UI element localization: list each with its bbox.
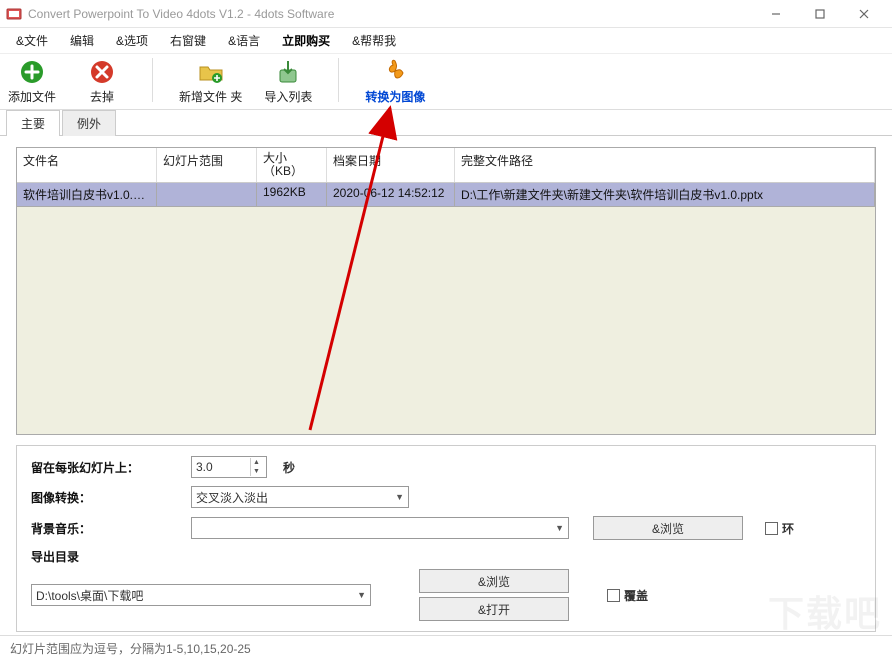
col-path[interactable]: 完整文件路径 (455, 148, 875, 182)
title-bar: Convert Powerpoint To Video 4dots V1.2 -… (0, 0, 892, 28)
stay-unit: 秒 (283, 459, 295, 476)
bgm-label: 背景音乐： (31, 520, 181, 537)
maximize-button[interactable] (798, 0, 842, 28)
add-file-label: 添加文件 (8, 88, 56, 105)
main-panel: 文件名 幻灯片范围 大小（KB） 档案日期 完整文件路径 软件培训白皮书v1.0… (0, 137, 892, 443)
stay-input[interactable]: 3.0 ▲ ▼ (191, 456, 267, 478)
loop-checkbox[interactable]: 环 (765, 520, 794, 537)
menu-context[interactable]: 右窗键 (160, 29, 216, 52)
cell-slide-range (157, 183, 257, 206)
toolbar-separator (152, 58, 153, 102)
add-file-button[interactable]: 添加文件 (8, 58, 56, 105)
menu-help[interactable]: &帮帮我 (342, 29, 406, 52)
stay-spinners: ▲ ▼ (250, 458, 262, 476)
app-icon (6, 6, 22, 22)
row-outdir: D:\tools\桌面\下载吧 ▼ &浏览 &打开 覆盖 (31, 569, 861, 621)
chevron-down-icon: ▼ (357, 590, 366, 600)
tab-bar: 主要 例外 (0, 109, 892, 136)
import-list-button[interactable]: 导入列表 (264, 58, 312, 105)
outdir-select[interactable]: D:\tools\桌面\下载吧 ▼ (31, 584, 371, 606)
table-header: 文件名 幻灯片范围 大小（KB） 档案日期 完整文件路径 (17, 148, 875, 183)
checkbox-box-icon (607, 589, 620, 602)
col-slide-range[interactable]: 幻灯片范围 (157, 148, 257, 182)
table-body: 软件培训白皮书v1.0.pptx 1962KB 2020-06-12 14:52… (17, 183, 875, 434)
bgm-browse-label: &浏览 (652, 520, 684, 537)
new-folder-button[interactable]: 新增文件 夹 (179, 58, 242, 105)
transition-select[interactable]: 交叉淡入淡出 ▼ (191, 486, 409, 508)
outdir-heading: 导出目录 (31, 548, 181, 565)
overwrite-label: 覆盖 (624, 587, 648, 604)
spin-up-icon[interactable]: ▲ (250, 458, 262, 467)
chevron-down-icon: ▼ (555, 523, 564, 533)
cell-path: D:\工作\新建文件夹\新建文件夹\软件培训白皮书v1.0.pptx (455, 183, 875, 206)
checkbox-box-icon (765, 522, 778, 535)
outdir-buttons: &浏览 &打开 (419, 569, 569, 621)
chevron-down-icon: ▼ (395, 492, 404, 502)
stay-value: 3.0 (196, 460, 213, 474)
menu-bar: &文件 编辑 &选项 右窗键 &语言 立即购买 &帮帮我 (0, 28, 892, 54)
cell-filename: 软件培训白皮书v1.0.pptx (17, 183, 157, 206)
row-transition: 图像转换： 交叉淡入淡出 ▼ (31, 486, 861, 508)
menu-file[interactable]: &文件 (6, 29, 58, 52)
row-outdir-label: 导出目录 (31, 548, 861, 565)
convert-image-button[interactable]: 转换为图像 (365, 58, 425, 105)
transition-label: 图像转换： (31, 489, 181, 506)
new-folder-label: 新增文件 夹 (179, 88, 242, 105)
col-size[interactable]: 大小（KB） (257, 148, 327, 182)
tab-main[interactable]: 主要 (6, 110, 60, 136)
import-list-label: 导入列表 (264, 88, 312, 105)
file-table: 文件名 幻灯片范围 大小（KB） 档案日期 完整文件路径 软件培训白皮书v1.0… (16, 147, 876, 435)
window-title: Convert Powerpoint To Video 4dots V1.2 -… (28, 7, 754, 21)
outdir-open-button[interactable]: &打开 (419, 597, 569, 621)
toolbar-separator-2 (338, 58, 339, 102)
row-bgm: 背景音乐： ▼ &浏览 环 (31, 516, 861, 540)
stay-label: 留在每张幻灯片上： (31, 459, 181, 476)
status-bar: 幻灯片范围应为逗号，分隔为1-5,10,15,20-25 (0, 635, 892, 661)
spin-down-icon[interactable]: ▼ (250, 467, 262, 476)
outdir-open-label: &打开 (478, 601, 510, 618)
overwrite-checkbox[interactable]: 覆盖 (607, 587, 648, 604)
watermark: 下载吧 (768, 585, 882, 637)
loop-label: 环 (782, 520, 794, 537)
remove-button[interactable]: 去掉 (78, 58, 126, 105)
outdir-browse-button[interactable]: &浏览 (419, 569, 569, 593)
close-button[interactable] (842, 0, 886, 28)
transition-value: 交叉淡入淡出 (196, 489, 268, 506)
add-icon (18, 58, 46, 86)
outdir-browse-label: &浏览 (478, 573, 510, 590)
toolbar: 添加文件 去掉 新增文件 夹 导入列表 转换为图像 (0, 54, 892, 110)
remove-icon (88, 58, 116, 86)
menu-language[interactable]: &语言 (218, 29, 270, 52)
bgm-select[interactable]: ▼ (191, 517, 569, 539)
import-icon (274, 58, 302, 86)
options-panel: 留在每张幻灯片上： 3.0 ▲ ▼ 秒 图像转换： 交叉淡入淡出 ▼ 背景音乐：… (16, 445, 876, 632)
bgm-browse-button[interactable]: &浏览 (593, 516, 743, 540)
cell-size: 1962KB (257, 183, 327, 206)
tab-exception[interactable]: 例外 (62, 110, 116, 136)
convert-icon (381, 58, 409, 86)
menu-options[interactable]: &选项 (106, 29, 158, 52)
menu-buy-now[interactable]: 立即购买 (272, 29, 340, 52)
minimize-button[interactable] (754, 0, 798, 28)
outdir-value: D:\tools\桌面\下载吧 (36, 587, 143, 604)
cell-date: 2020-06-12 14:52:12 (327, 183, 455, 206)
menu-edit[interactable]: 编辑 (60, 29, 104, 52)
table-row[interactable]: 软件培训白皮书v1.0.pptx 1962KB 2020-06-12 14:52… (17, 183, 875, 207)
row-stay: 留在每张幻灯片上： 3.0 ▲ ▼ 秒 (31, 456, 861, 478)
status-hint: 幻灯片范围应为逗号，分隔为1-5,10,15,20-25 (10, 640, 251, 657)
col-date[interactable]: 档案日期 (327, 148, 455, 182)
convert-image-label: 转换为图像 (365, 88, 425, 105)
remove-label: 去掉 (90, 88, 114, 105)
col-filename[interactable]: 文件名 (17, 148, 157, 182)
folder-add-icon (197, 58, 225, 86)
